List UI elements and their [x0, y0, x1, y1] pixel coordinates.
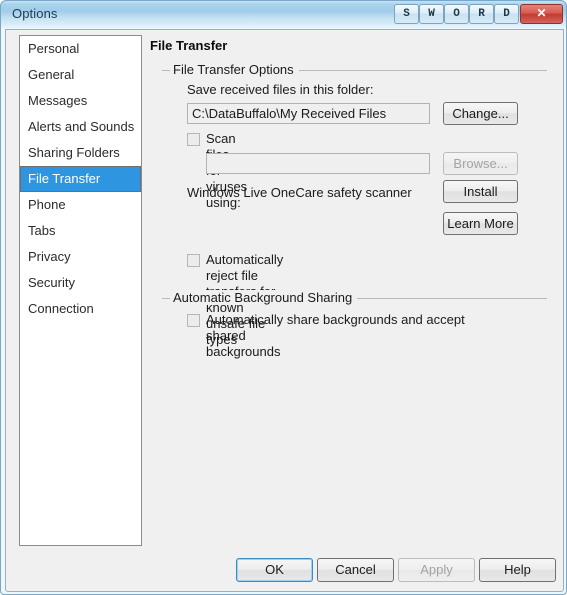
- options-window: Options S W O R D ✕ Personal General Mes…: [0, 0, 567, 595]
- titlebar-button-r[interactable]: R: [469, 4, 494, 24]
- window-title: Options: [12, 6, 58, 21]
- dialog-body: Personal General Messages Alerts and Sou…: [5, 29, 564, 592]
- group-automatic-background-sharing-legend: Automatic Background Sharing: [170, 290, 358, 305]
- dialog-footer: OK Cancel Apply Help: [6, 30, 563, 591]
- cancel-button[interactable]: Cancel: [317, 558, 394, 582]
- group-file-transfer-options-legend: File Transfer Options: [170, 62, 299, 77]
- apply-button[interactable]: Apply: [398, 558, 475, 582]
- help-button[interactable]: Help: [479, 558, 556, 582]
- cancel-button-label: Cancel: [335, 562, 376, 577]
- close-icon[interactable]: ✕: [520, 4, 563, 24]
- titlebar-button-o[interactable]: O: [444, 4, 469, 24]
- titlebar-button-s[interactable]: S: [394, 4, 419, 24]
- ok-button[interactable]: OK: [236, 558, 313, 582]
- titlebar: Options S W O R D ✕: [1, 1, 566, 29]
- help-button-label: Help: [504, 562, 531, 577]
- titlebar-button-w[interactable]: W: [419, 4, 444, 24]
- ok-button-label: OK: [265, 562, 284, 577]
- apply-button-label: Apply: [420, 562, 453, 577]
- titlebar-button-d[interactable]: D: [494, 4, 519, 24]
